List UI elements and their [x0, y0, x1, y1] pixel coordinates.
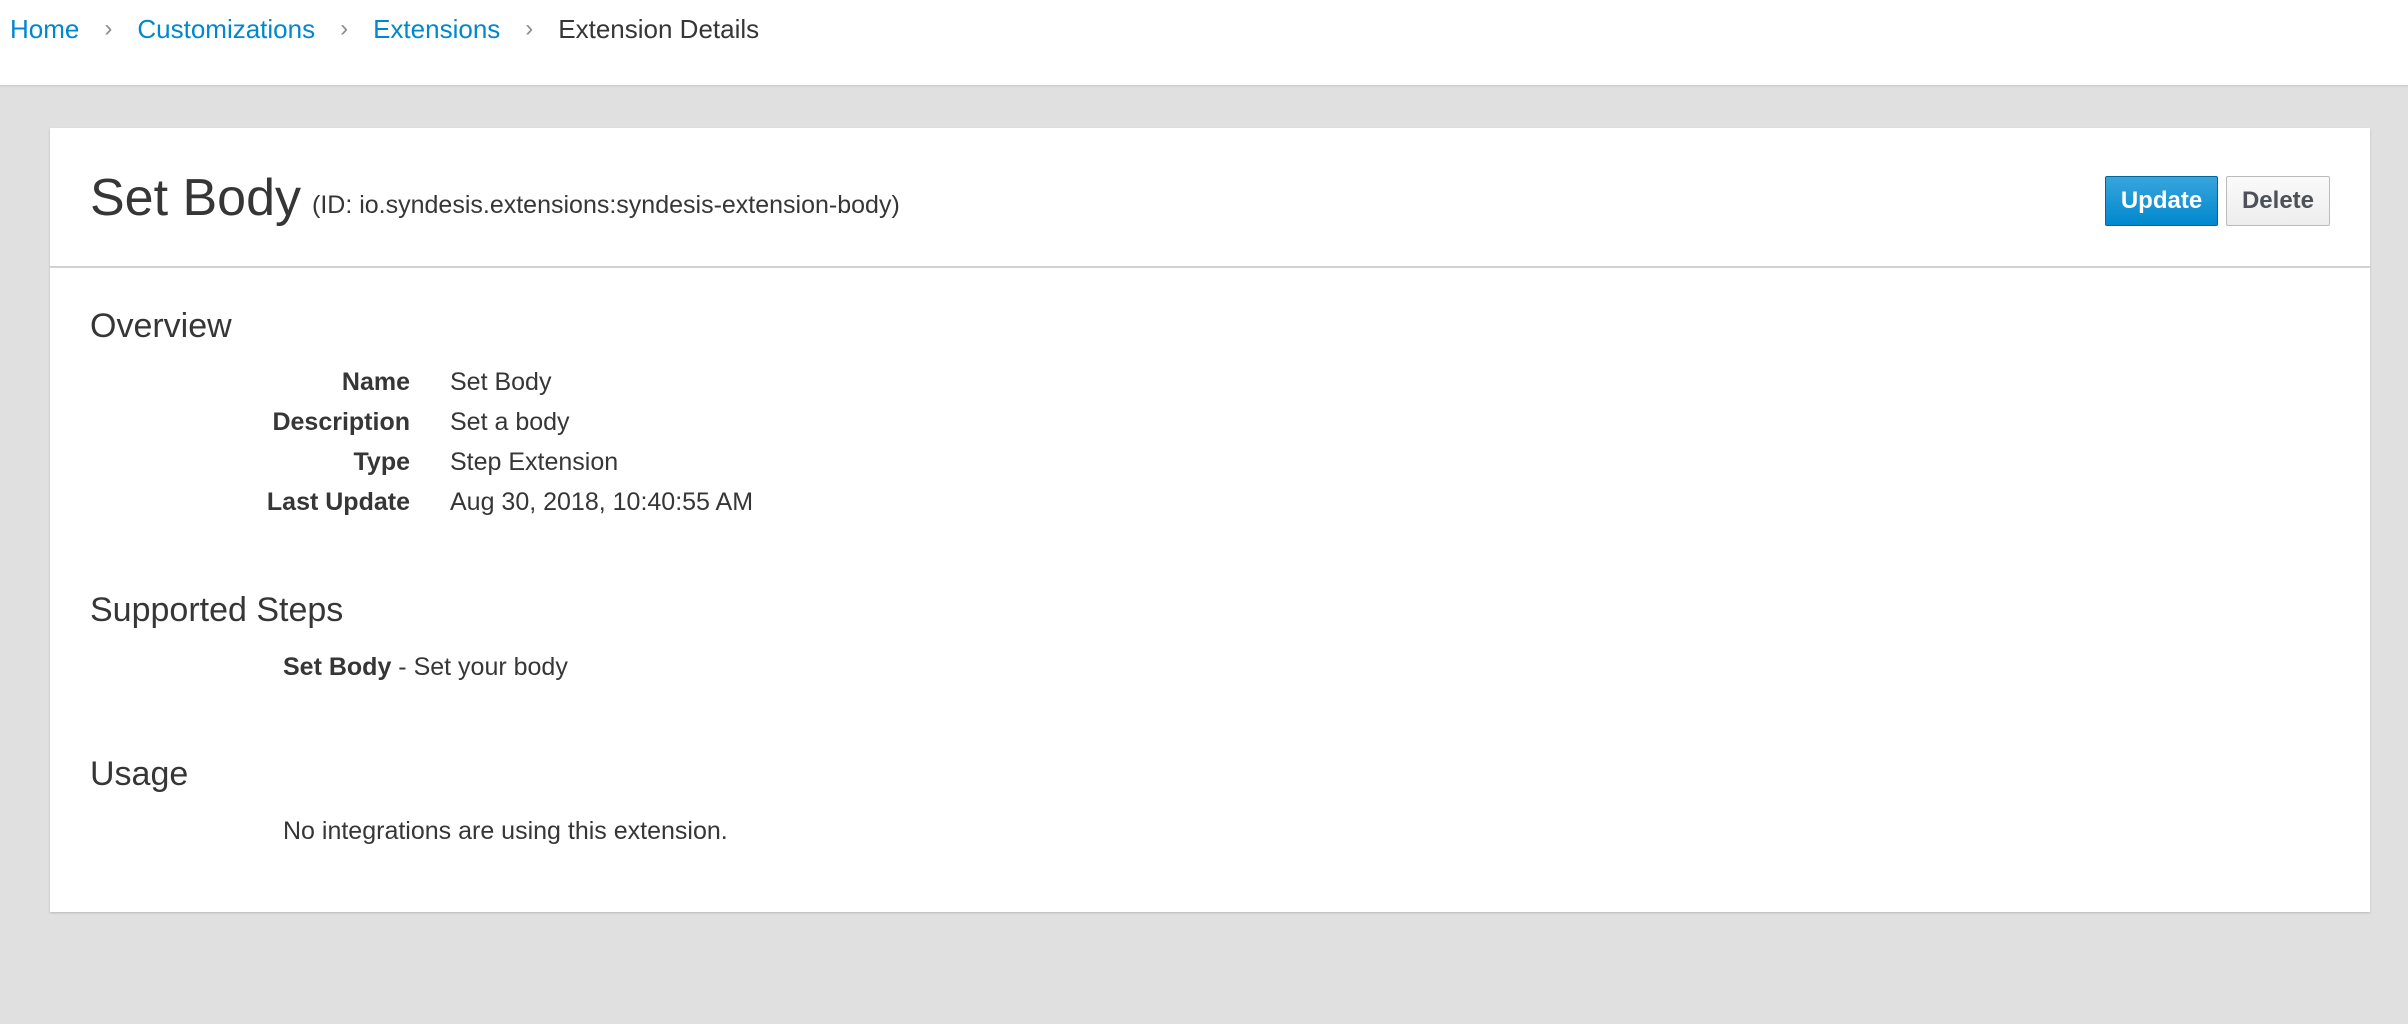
chevron-right-icon: ›: [525, 15, 534, 42]
field-value: Aug 30, 2018, 10:40:55 AM: [450, 488, 754, 516]
breadcrumb-home-link[interactable]: Home: [10, 14, 79, 44]
overview-heading: Overview: [90, 307, 232, 345]
delete-button[interactable]: Delete: [2226, 176, 2330, 226]
breadcrumb-current: Extension Details: [558, 14, 760, 44]
card-header: Set Body (ID: io.syndesis.extensions:syn…: [50, 128, 2370, 268]
chevron-right-icon: ›: [340, 15, 349, 42]
field-label: Name: [341, 368, 410, 396]
overview-row-name: Name Set Body: [50, 362, 950, 402]
field-label: Type: [353, 448, 411, 476]
field-value: Set a body: [450, 408, 570, 436]
step-separator: -: [391, 653, 414, 681]
supported-steps-heading: Supported Steps: [90, 591, 344, 629]
breadcrumb-bar: Home › Customizations › Extensions › Ext…: [0, 0, 2408, 86]
field-label: Description: [272, 408, 410, 436]
step-description: Set your body: [413, 653, 568, 681]
chevron-right-icon: ›: [104, 15, 113, 42]
breadcrumb-customizations-link[interactable]: Customizations: [137, 14, 315, 44]
field-value: Set Body: [450, 368, 552, 396]
overview-row-last-update: Last Update Aug 30, 2018, 10:40:55 AM: [50, 482, 950, 522]
supported-step-item: Set Body - Set your body: [283, 647, 568, 687]
field-label: Last Update: [266, 488, 410, 516]
field-value: Step Extension: [450, 448, 619, 476]
extension-id: (ID: io.syndesis.extensions:syndesis-ext…: [312, 191, 900, 219]
update-button[interactable]: Update: [2105, 176, 2218, 226]
overview-row-description: Description Set a body: [50, 402, 950, 442]
extension-details-card: Set Body (ID: io.syndesis.extensions:syn…: [50, 128, 2370, 912]
breadcrumb: Home › Customizations › Extensions › Ext…: [10, 14, 759, 44]
breadcrumb-extensions-link[interactable]: Extensions: [373, 14, 500, 44]
usage-heading: Usage: [90, 755, 189, 793]
overview-row-type: Type Step Extension: [50, 442, 950, 482]
step-name: Set Body: [283, 653, 392, 681]
page-title: Set Body: [90, 169, 302, 227]
usage-message: No integrations are using this extension…: [283, 817, 728, 845]
